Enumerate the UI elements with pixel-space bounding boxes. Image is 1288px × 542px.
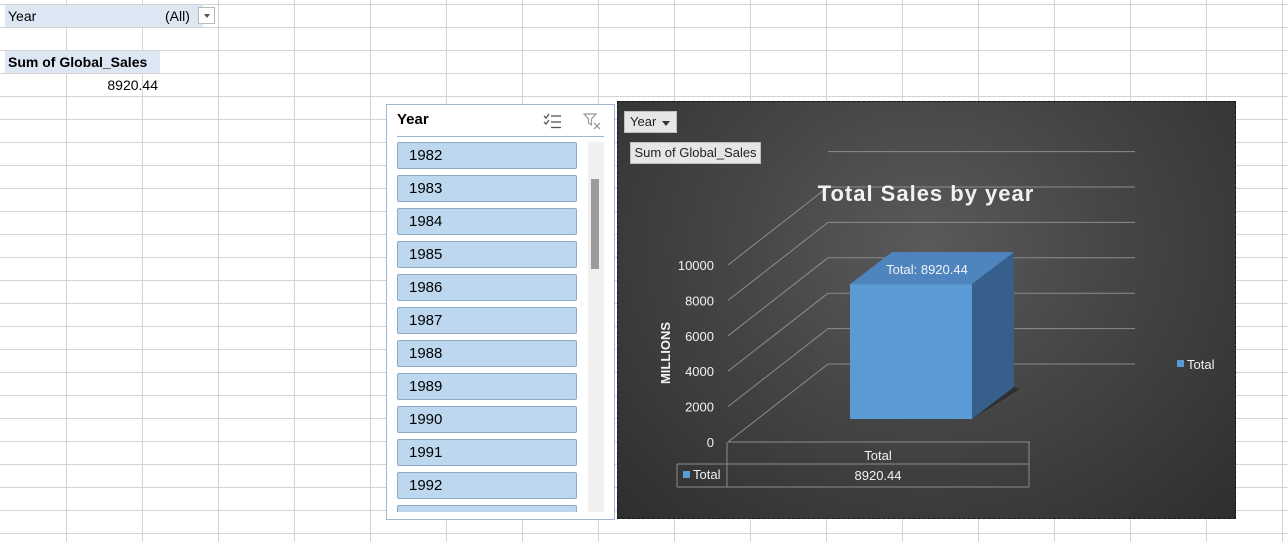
y-tick-0: 0 xyxy=(707,435,714,450)
year-slicer[interactable]: Year 1982 1983 1984 1985 1986 1987 1988 1989 199… xyxy=(386,104,615,520)
multi-select-icon[interactable] xyxy=(543,112,563,130)
slicer-item-1987[interactable]: 1987 xyxy=(397,307,577,334)
slicer-item-1988[interactable]: 1988 xyxy=(397,340,577,367)
sum-global-sales-field-button[interactable]: Sum of Global_Sales xyxy=(630,142,761,164)
y-tick-6000: 6000 xyxy=(685,329,714,344)
slicer-item-1984[interactable]: 1984 xyxy=(397,208,577,235)
pivot-sum-header[interactable]: Sum of Global_Sales xyxy=(5,51,160,73)
slicer-item-1985[interactable]: 1985 xyxy=(397,241,577,268)
y-tick-8000: 8000 xyxy=(685,293,714,308)
bar-data-label[interactable]: Total: 8920.44 xyxy=(886,262,968,277)
chart-title[interactable]: Total Sales by year xyxy=(818,181,1035,206)
slicer-item-1990[interactable]: 1990 xyxy=(397,406,577,433)
y-axis-ticks: 0 2000 4000 6000 8000 10000 xyxy=(678,258,714,450)
slicer-item-1982[interactable]: 1982 xyxy=(397,142,577,169)
slicer-item-1992[interactable]: 1992 xyxy=(397,472,577,499)
data-table-legend-key xyxy=(683,471,690,478)
data-table-category-label: Total xyxy=(864,448,892,463)
pivot-chart[interactable]: Total Sales by year 0 2000 4000 6000 8000 100… xyxy=(617,101,1236,519)
pivot-filter-value[interactable]: (All) xyxy=(157,5,203,27)
year-field-button[interactable]: Year xyxy=(624,111,677,133)
gridline-diag-8000 xyxy=(727,222,829,301)
slicer-item-1989[interactable]: 1989 xyxy=(397,373,577,400)
pivot-sum-value[interactable]: 8920.44 xyxy=(5,74,158,96)
y-tick-2000: 2000 xyxy=(685,400,714,415)
slicer-item-1991[interactable]: 1991 xyxy=(397,439,577,466)
pivot-filter-label[interactable]: Year xyxy=(5,5,160,27)
data-table-series-label: Total xyxy=(693,467,721,482)
gridline-diag-4000 xyxy=(727,292,829,372)
chart-canvas: Total Sales by year 0 2000 4000 6000 8000 100… xyxy=(658,151,1215,488)
slicer-header-divider xyxy=(397,136,604,137)
slicer-item-1986[interactable]: 1986 xyxy=(397,274,577,301)
data-table-value: 8920.44 xyxy=(855,468,902,483)
bar-total: Total: 8920.44 xyxy=(850,252,1020,419)
slicer-item-list: 1982 1983 1984 1985 1986 1987 1988 1989 1990 1991… xyxy=(397,142,579,512)
clear-filter-icon[interactable] xyxy=(582,112,601,130)
slicer-item-1983[interactable]: 1983 xyxy=(397,175,577,202)
gridline-diag-2000 xyxy=(727,328,829,407)
slicer-scrollbar-thumb[interactable] xyxy=(591,179,599,269)
filter-dropdown-button[interactable] xyxy=(198,7,215,24)
y-tick-10000: 10000 xyxy=(678,258,714,273)
y-axis-label[interactable]: MILLIONS xyxy=(658,322,673,384)
legend-key xyxy=(1177,360,1184,367)
gridline-diag-10000 xyxy=(727,186,829,266)
legend-entry-total[interactable]: Total xyxy=(1187,357,1215,372)
y-tick-4000: 4000 xyxy=(685,364,714,379)
slicer-title: Year xyxy=(397,111,429,128)
bar-front-face[interactable] xyxy=(850,284,972,419)
gridline-diag-6000 xyxy=(727,257,829,337)
gridline-diag-0 xyxy=(727,363,829,443)
chart-data-table: Total Total 8920.44 xyxy=(676,442,1030,488)
slicer-item-partial[interactable] xyxy=(397,505,577,512)
chart-legend: Total xyxy=(1177,357,1215,372)
